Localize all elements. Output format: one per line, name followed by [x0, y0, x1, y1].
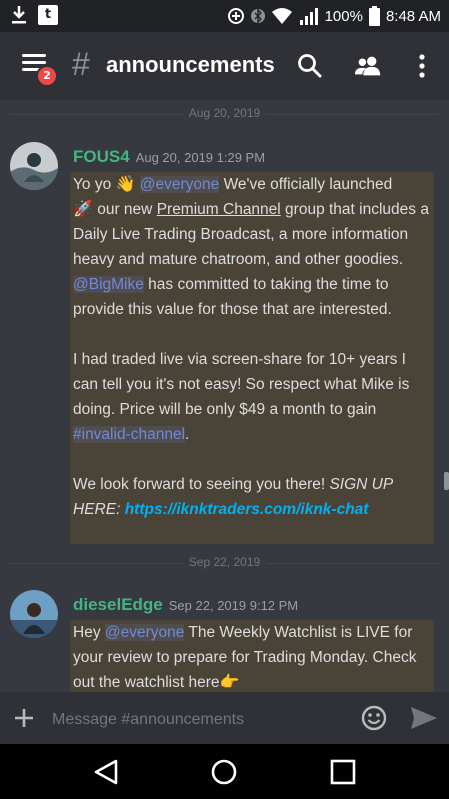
android-navigation-bar	[0, 744, 449, 799]
message-timestamp: Sep 22, 2019 9:12 PM	[168, 598, 299, 613]
channel-title: announcements	[106, 52, 275, 77]
message-input[interactable]	[50, 708, 344, 732]
message-text: I had traded live via screen-share for 1…	[73, 351, 410, 418]
menu-icon	[22, 54, 46, 57]
mention-bigmike[interactable]: @BigMike	[73, 276, 144, 293]
message-author[interactable]: dieselEdge Sep 22, 2019 9:12 PM	[73, 595, 298, 615]
message-text: .	[185, 426, 190, 443]
rocket-emoji-icon: 🚀	[73, 201, 93, 218]
message-paragraph: We look forward to seeing you there! SIG…	[73, 472, 432, 522]
channel-mention[interactable]: #invalid-channel	[73, 426, 186, 443]
signup-link[interactable]: https://iknktraders.com/iknk-chat	[125, 501, 369, 518]
status-bar: t 100% 8:48 AM	[0, 0, 449, 32]
download-icon	[12, 6, 26, 24]
menu-button[interactable]: 2	[22, 52, 58, 87]
message-text: Yo yo	[73, 176, 116, 193]
data-saver-icon	[227, 8, 244, 24]
bluetooth-icon	[250, 8, 265, 24]
author-name[interactable]: dieselEdge	[73, 595, 163, 614]
wifi-icon	[271, 8, 292, 24]
mention-everyone[interactable]: @everyone	[104, 624, 185, 641]
channel-hash-icon: #	[72, 46, 90, 82]
message-content: Yo yo 👋 @everyone We've officially launc…	[70, 172, 434, 544]
message-list[interactable]: Aug 20, 2019 FOUS4 Aug 20, 2019 1:29 PM Y…	[0, 100, 449, 692]
menu-icon-line	[22, 61, 46, 64]
battery-icon	[368, 6, 380, 26]
message-paragraph: Yo yo 👋 @everyone We've officially launc…	[73, 172, 432, 322]
recent-apps-icon[interactable]	[329, 758, 357, 786]
message-text: Hey	[73, 624, 105, 641]
date-divider-label: Sep 22, 2019	[182, 555, 267, 569]
avatar-image	[10, 590, 58, 638]
mention-everyone[interactable]: @everyone	[139, 176, 220, 193]
search-icon[interactable]	[296, 52, 324, 80]
message-content: Hey @everyone The Weekly Watchlist is LI…	[70, 620, 434, 692]
message-timestamp: Aug 20, 2019 1:29 PM	[135, 150, 266, 165]
avatar[interactable]	[10, 142, 58, 190]
scrollbar-thumb[interactable]	[444, 472, 449, 490]
date-divider-label: Aug 20, 2019	[182, 106, 267, 120]
wave-emoji-icon: 👋	[115, 176, 136, 193]
members-icon[interactable]	[354, 52, 382, 80]
message-text: our new	[92, 201, 157, 218]
battery-percent: 100%	[324, 7, 363, 25]
tumblr-icon: t	[38, 5, 58, 25]
pointing-right-emoji-icon: 👉	[219, 674, 240, 691]
back-icon[interactable]	[92, 758, 120, 786]
date-divider: Aug 20, 2019	[0, 106, 449, 122]
add-attachment-icon[interactable]	[14, 708, 34, 728]
send-icon[interactable]	[410, 706, 438, 730]
signal-icon	[299, 8, 318, 25]
clock: 8:48 AM	[385, 7, 441, 25]
more-options-icon[interactable]	[408, 52, 436, 80]
premium-channel-link[interactable]: Premium Channel	[157, 201, 281, 218]
message-composer	[0, 692, 449, 744]
avatar-image	[10, 142, 58, 190]
message-author[interactable]: FOUS4 Aug 20, 2019 1:29 PM	[73, 147, 265, 167]
home-icon[interactable]	[210, 758, 238, 786]
notification-badge: 2	[36, 65, 58, 87]
message-paragraph: I had traded live via screen-share for 1…	[73, 347, 432, 447]
channel-header: 2 # announcements	[0, 32, 449, 100]
emoji-picker-icon[interactable]	[360, 704, 388, 732]
message-text: We've officially launched	[219, 176, 393, 193]
message-text: We look forward to seeing you there!	[73, 476, 330, 493]
avatar[interactable]	[10, 590, 58, 638]
date-divider: Sep 22, 2019	[0, 555, 449, 571]
author-name[interactable]: FOUS4	[73, 147, 130, 166]
